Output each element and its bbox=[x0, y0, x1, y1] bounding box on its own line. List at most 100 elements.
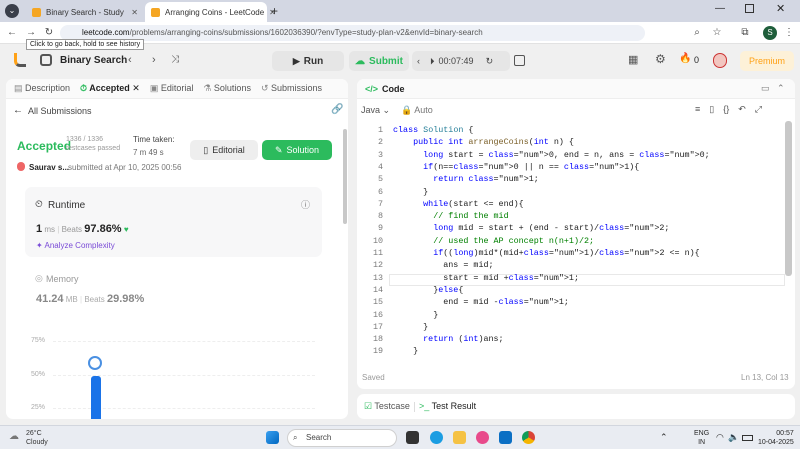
layout-grid-icon[interactable]: ▦ bbox=[628, 53, 638, 66]
back-arrow-icon[interactable]: ← bbox=[13, 105, 23, 116]
distribution-bar[interactable] bbox=[91, 376, 101, 419]
code-line[interactable]: public int arrangeCoins(int n) { bbox=[393, 137, 574, 147]
code-line[interactable]: if(n==class="num">0 || n == class="num">… bbox=[393, 162, 639, 172]
leetcode-logo-icon[interactable] bbox=[14, 53, 26, 67]
format-lines-icon[interactable]: ≡ bbox=[695, 104, 700, 115]
browser-tab-arranging-coins[interactable]: Arranging Coins - LeetCode ✕ bbox=[145, 2, 276, 22]
run-button[interactable]: ▶ Run bbox=[272, 51, 344, 71]
clock[interactable]: 00:57 10-04-2025 bbox=[758, 429, 794, 447]
code-line[interactable]: } bbox=[393, 346, 418, 356]
code-line[interactable]: if((long)mid*(mid+class="num">1)/class="… bbox=[393, 248, 699, 258]
close-tab-x-icon[interactable]: ✕ bbox=[132, 83, 140, 93]
tab-search-icon[interactable]: ⌄ bbox=[5, 4, 19, 18]
reload-icon[interactable]: ↻ bbox=[42, 26, 56, 40]
test-result-tab[interactable]: >_ Test Result bbox=[419, 401, 476, 411]
zoom-icon[interactable]: ⌕ bbox=[690, 26, 704, 40]
code-line[interactable]: long start = class="num">0, end = n, ans… bbox=[393, 150, 710, 160]
share-link-icon[interactable]: 🔗 bbox=[331, 104, 343, 115]
tab-accepted[interactable]: ⏱ Accepted ✕ bbox=[80, 83, 140, 94]
battery-icon[interactable] bbox=[742, 435, 753, 441]
tray-chevron-icon[interactable]: ⌃ bbox=[660, 432, 668, 443]
minimize-icon[interactable]: — bbox=[715, 3, 725, 14]
undo-icon[interactable]: ↶ bbox=[738, 104, 746, 115]
task-view-icon[interactable] bbox=[406, 431, 419, 444]
browser-tab-study-plan[interactable]: Binary Search - Study Plan - Lee ✕ bbox=[26, 2, 144, 22]
user-avatar[interactable] bbox=[713, 53, 727, 68]
code-line[interactable]: class Solution { bbox=[393, 125, 473, 135]
language-select[interactable]: Java ⌄ bbox=[361, 105, 390, 116]
solution-button[interactable]: ✎ Solution bbox=[262, 140, 332, 160]
code-line[interactable]: } bbox=[393, 322, 428, 332]
weather-widget[interactable]: 26°C Cloudy bbox=[26, 429, 48, 447]
code-line[interactable]: return (int)ans; bbox=[393, 334, 503, 344]
line-number: 6 bbox=[377, 186, 383, 197]
settings-gear-icon[interactable]: ⚙ bbox=[655, 52, 666, 66]
code-line[interactable]: // find the mid bbox=[393, 211, 508, 221]
left-scrollbar[interactable] bbox=[343, 129, 347, 224]
edit-pencil-icon: ✎ bbox=[274, 144, 283, 155]
code-line[interactable]: // used the AP concept n(n+1)/2; bbox=[393, 236, 594, 246]
edge-icon[interactable] bbox=[430, 431, 443, 444]
analyze-complexity-link[interactable]: ✦ Analyze Complexity bbox=[36, 241, 115, 250]
language-indicator[interactable]: ENG IN bbox=[694, 429, 709, 447]
code-line[interactable]: end = mid -class="num">1; bbox=[393, 297, 569, 307]
volume-icon[interactable]: 🔈 bbox=[728, 432, 739, 443]
submitter-avatar bbox=[17, 162, 25, 171]
premium-button[interactable]: Premium bbox=[740, 51, 794, 71]
code-line[interactable]: return class="num">1; bbox=[393, 174, 539, 184]
code-line[interactable]: long mid = start + (end - start)/class="… bbox=[393, 223, 669, 233]
code-line[interactable]: start = mid +class="num">1; bbox=[393, 273, 579, 283]
all-submissions-link[interactable]: All Submissions bbox=[28, 106, 92, 116]
file-explorer-icon[interactable] bbox=[453, 431, 466, 444]
tab-description[interactable]: ▤ Description bbox=[14, 83, 70, 94]
tab-submissions[interactable]: ↺ Submissions bbox=[261, 83, 322, 94]
info-icon[interactable]: ⓘ bbox=[301, 198, 310, 211]
study-plan-title[interactable]: Binary Search bbox=[60, 55, 127, 66]
timer[interactable]: ‹ ⏵ 00:07:49 ↻ bbox=[412, 51, 510, 71]
close-tab-icon[interactable]: ✕ bbox=[131, 8, 138, 17]
forward-arrow-icon[interactable]: → bbox=[24, 26, 38, 40]
extensions-icon[interactable]: ⧉ bbox=[738, 26, 752, 40]
browser-menu-icon[interactable]: ⋮ bbox=[782, 26, 796, 40]
tab-editorial[interactable]: ▣ Editorial bbox=[150, 83, 194, 94]
prev-problem-icon[interactable]: ‹ bbox=[128, 54, 132, 66]
next-problem-icon[interactable]: › bbox=[152, 54, 156, 66]
notes-icon[interactable] bbox=[514, 55, 525, 66]
bookmark-icon[interactable]: ▯ bbox=[709, 104, 714, 115]
copilot-icon[interactable] bbox=[476, 431, 489, 444]
windows-start-icon[interactable] bbox=[266, 431, 279, 444]
code-line[interactable]: while(start <= end){ bbox=[393, 199, 524, 209]
fullscreen-icon[interactable]: ⤢ bbox=[755, 104, 762, 115]
maximize-icon[interactable] bbox=[745, 4, 754, 13]
auto-mode[interactable]: 🔒 Auto bbox=[401, 105, 433, 116]
taskbar-search[interactable]: ⌕ Search bbox=[287, 429, 397, 447]
wifi-icon[interactable]: ◠ bbox=[716, 432, 724, 443]
bookmark-star-icon[interactable]: ☆ bbox=[710, 26, 724, 40]
code-line[interactable]: ans = mid; bbox=[393, 260, 493, 270]
submit-button[interactable]: ☁ Submit bbox=[349, 51, 409, 71]
address-bar[interactable]: leetcode.com/problems/arranging-coins/su… bbox=[60, 25, 645, 41]
testcase-tab[interactable]: ☑ Testcase bbox=[364, 401, 410, 412]
line-number: 18 bbox=[372, 334, 383, 345]
lock-icon: 🔒 bbox=[401, 105, 413, 115]
braces-icon[interactable]: {} bbox=[723, 104, 729, 115]
checkbox-icon: ☑ bbox=[364, 401, 373, 411]
editorial-button[interactable]: ▯ Editorial bbox=[190, 140, 258, 160]
code-line[interactable]: }else{ bbox=[393, 285, 463, 295]
maximize-panel-icon[interactable]: ▭ bbox=[761, 83, 770, 94]
tab-solutions[interactable]: ⚗ Solutions bbox=[203, 83, 251, 94]
shuffle-icon[interactable]: ⤨ bbox=[171, 54, 179, 65]
code-scrollbar[interactable] bbox=[785, 121, 792, 276]
store-icon[interactable] bbox=[499, 431, 512, 444]
collapse-panel-icon[interactable]: ⌃ bbox=[777, 83, 785, 94]
code-line[interactable]: } bbox=[393, 187, 428, 197]
profile-avatar[interactable]: S bbox=[763, 26, 777, 40]
back-arrow-icon[interactable]: ← bbox=[5, 26, 19, 40]
code-line[interactable]: } bbox=[393, 310, 438, 320]
window-close-icon[interactable]: ✕ bbox=[776, 2, 785, 15]
notification-fire-icon[interactable]: 🔥 bbox=[679, 53, 691, 64]
submissions-icon: ↺ bbox=[260, 83, 271, 93]
new-tab-button[interactable]: + bbox=[271, 4, 278, 18]
submitter-name[interactable]: Saurav s... bbox=[29, 163, 69, 172]
chrome-icon[interactable] bbox=[522, 431, 535, 444]
